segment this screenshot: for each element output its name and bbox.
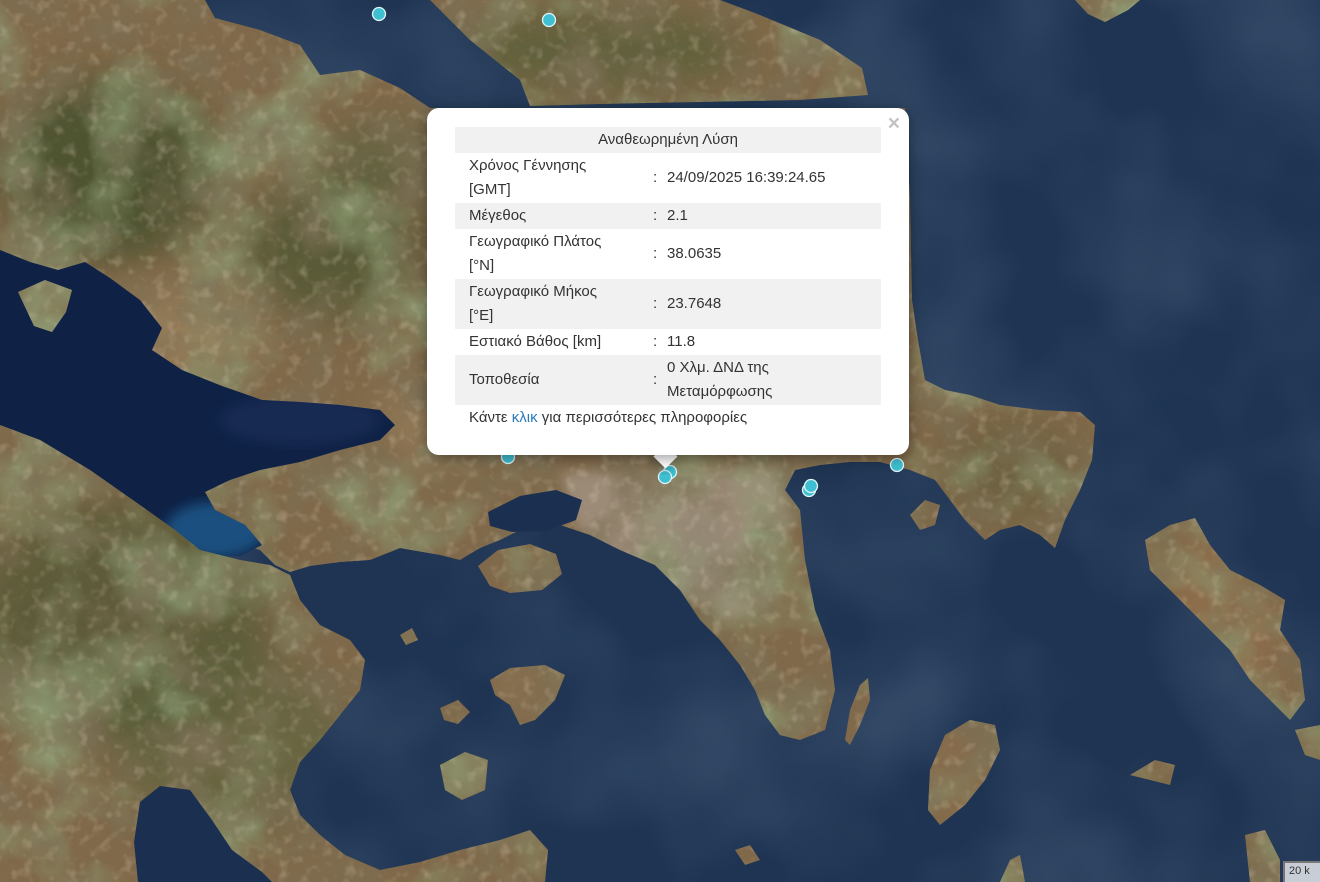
- earthquake-marker-icon[interactable]: [371, 6, 387, 22]
- latitude-value: 38.0635: [667, 245, 722, 262]
- popup-title: Αναθεωρημένη Λύση: [455, 127, 882, 153]
- separator: :: [639, 279, 667, 329]
- more-info-prefix: Κάντε: [469, 409, 508, 426]
- earthquake-marker-icon[interactable]: [803, 478, 819, 494]
- depth-value: 11.8: [667, 333, 696, 350]
- longitude-value: 23.7648: [667, 279, 882, 329]
- separator: :: [653, 245, 658, 262]
- earthquake-details-table: Αναθεωρημένη Λύση Χρόνος Γέννησης [GMT] …: [455, 127, 882, 431]
- earthquake-marker-icon[interactable]: [541, 12, 557, 28]
- separator: :: [653, 333, 658, 350]
- table-row: Εστιακό Βάθος [km] : 11.8: [455, 329, 881, 355]
- popup-tail: [645, 455, 685, 475]
- latitude-label: Γεωγραφικό Πλάτος [°N]: [469, 233, 602, 274]
- table-row: Χρόνος Γέννησης [GMT] : 24/09/2025 16:39…: [455, 153, 881, 203]
- separator: :: [653, 169, 658, 186]
- scale-bar: 20 k: [1283, 861, 1320, 882]
- more-info-link[interactable]: κλικ: [512, 409, 538, 426]
- separator: :: [639, 203, 667, 229]
- table-row-footer: Κάντε κλικ για περισσότερες πληροφορίες: [455, 405, 881, 431]
- table-row: Γεωγραφικό Πλάτος [°N] : 38.0635: [455, 229, 881, 279]
- depth-label: Εστιακό Βάθος [km]: [469, 333, 602, 350]
- map-view[interactable]: × Αναθεωρημένη Λύση Χρόνος Γέννησης [GMT…: [0, 0, 1320, 882]
- longitude-label: Γεωγραφικό Μήκος [°E]: [455, 279, 639, 329]
- location-value: 0 Χλμ. ΔΝΔ της Μεταμόρφωσης: [667, 355, 882, 405]
- origin-time-label: Χρόνος Γέννησης [GMT]: [469, 157, 587, 198]
- more-info-text: Κάντε κλικ για περισσότερες πληροφορίες: [455, 405, 881, 431]
- separator: :: [639, 355, 667, 405]
- earthquake-marker-icon[interactable]: [889, 457, 905, 473]
- table-row: Τοποθεσία : 0 Χλμ. ΔΝΔ της Μεταμόρφωσης: [455, 355, 882, 405]
- magnitude-label: Μέγεθος: [455, 203, 639, 229]
- location-label: Τοποθεσία: [455, 355, 639, 405]
- table-row-title: Αναθεωρημένη Λύση: [455, 127, 882, 153]
- earthquake-info-popup: × Αναθεωρημένη Λύση Χρόνος Γέννησης [GMT…: [427, 108, 909, 455]
- table-row: Γεωγραφικό Μήκος [°E] : 23.7648: [455, 279, 882, 329]
- table-row: Μέγεθος : 2.1: [455, 203, 882, 229]
- popup-tail-arrow: [652, 455, 678, 469]
- more-info-suffix: για περισσότερες πληροφορίες: [541, 409, 748, 426]
- origin-time-value: 24/09/2025 16:39:24.65: [667, 169, 826, 186]
- close-icon[interactable]: ×: [888, 112, 900, 136]
- magnitude-value: 2.1: [667, 203, 882, 229]
